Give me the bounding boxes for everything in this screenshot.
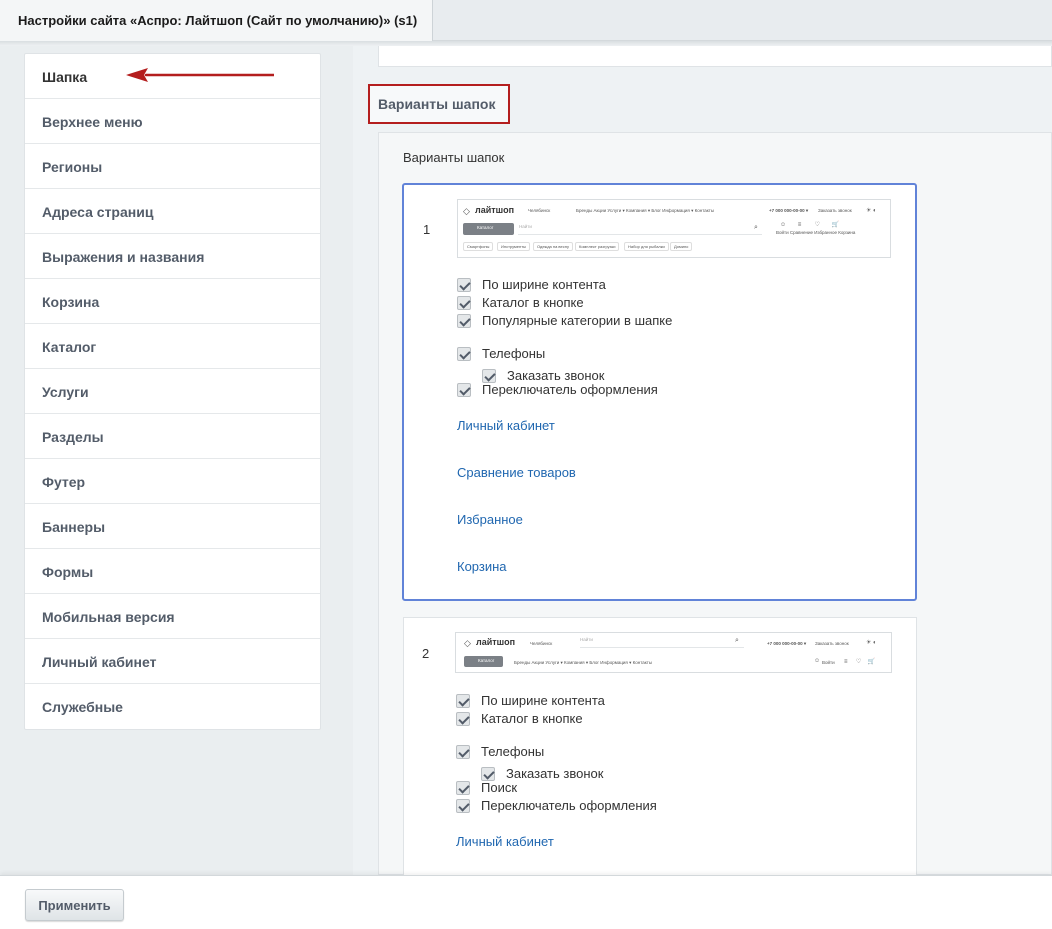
sidebar-item-page-addresses[interactable]: Адреса страниц [25, 189, 320, 234]
variants-label: Варианты шапок [403, 150, 505, 165]
checkbox-callback[interactable] [482, 369, 496, 383]
option-label: Каталог в кнопке [482, 295, 584, 310]
preview-chip: Комплект разгрузки [575, 242, 620, 251]
option-label: Поиск [481, 780, 518, 795]
checkbox-search[interactable] [456, 781, 470, 795]
settings-sidebar: Шапка Верхнее меню Регионы Адреса страни… [24, 53, 321, 730]
checkbox-popular-categories[interactable] [457, 314, 471, 328]
preview-phone: +7 000 000-00-00 ▾ [767, 641, 807, 646]
option-label: Каталог в кнопке [481, 711, 583, 726]
sidebar-item-services[interactable]: Услуги [25, 369, 320, 414]
logo-icon: ◇ [463, 206, 470, 216]
checkbox-callback[interactable] [481, 767, 495, 781]
link-personal-account[interactable]: Личный кабинет [457, 418, 555, 433]
preview-city: Челябинск [528, 208, 551, 213]
sidebar-item-account[interactable]: Личный кабинет [25, 639, 320, 684]
sidebar-item-mobile[interactable]: Мобильная версия [25, 594, 320, 639]
search-icon: ⌕ [754, 224, 758, 231]
checkbox-theme-switcher[interactable] [457, 383, 471, 397]
theme-toggle-icon: ☀ ◐ [866, 640, 877, 646]
checkbox-theme-switcher[interactable] [456, 799, 470, 813]
sidebar-item-footer[interactable]: Футер [25, 459, 320, 504]
tab-strip: Настройки сайта «Аспро: Лайтшоп (Сайт по… [0, 0, 1052, 41]
option-label: По ширине контента [481, 693, 605, 708]
section-title: Варианты шапок [368, 84, 510, 124]
option-label: Популярные категории в шапке [482, 313, 673, 328]
checkbox-phones[interactable] [456, 745, 470, 759]
sidebar-item-phrases[interactable]: Выражения и названия [25, 234, 320, 279]
red-arrow-annotation [126, 68, 274, 82]
preview-city: Челябинск [530, 641, 553, 646]
preview-chip: Набор для рыбалки [624, 242, 669, 251]
checkbox-content-width[interactable] [457, 278, 471, 292]
option-label: По ширине контента [482, 277, 606, 292]
sidebar-item-banners[interactable]: Баннеры [25, 504, 320, 549]
sidebar-item-regions[interactable]: Регионы [25, 144, 320, 189]
link-favorites[interactable]: Избранное [457, 512, 523, 527]
preview-catalog-label: Каталог [478, 658, 495, 663]
preview-chip: Инструменты [497, 242, 530, 251]
preview-chip: Одежда на весну [533, 242, 573, 251]
theme-toggle-icon: ☀ ◐ [866, 208, 877, 214]
checkbox-catalog-button[interactable] [457, 296, 471, 310]
option-label: Заказать звонок [507, 368, 605, 383]
sidebar-item-catalog[interactable]: Каталог [25, 324, 320, 369]
preview-catalog-label: Каталог [477, 225, 494, 230]
apply-button[interactable]: Применить [25, 889, 124, 921]
preview-catalog-button: Каталог [464, 656, 503, 667]
preview-nav: Бренды Акции Услуги ▾ Компания ▾ Блог Ин… [514, 660, 653, 665]
option-label: Переключатель оформления [482, 382, 658, 397]
tab-site-settings[interactable]: Настройки сайта «Аспро: Лайтшоп (Сайт по… [0, 0, 433, 41]
preview-logo: лайтшоп [476, 637, 516, 647]
top-panel-edge [378, 46, 1052, 67]
checkbox-content-width[interactable] [456, 694, 470, 708]
sidebar-item-sections[interactable]: Разделы [25, 414, 320, 459]
sidebar-item-service[interactable]: Служебные [25, 684, 320, 729]
preview-icons-row: ≡ ♡ 🛒 [844, 659, 876, 665]
preview-chip: Смартфоны [463, 242, 494, 251]
preview-login: Войти [822, 660, 835, 665]
header-preview-1[interactable]: ◇ лайтшоп Челябинск Бренды Акции Услуги … [457, 199, 891, 258]
preview-search: Найти [518, 224, 762, 235]
variant-number: 2 [422, 646, 430, 661]
preview-catalog-button: Каталог [463, 223, 514, 235]
variant-number: 1 [423, 222, 431, 237]
preview-phone: +7 000 000-00-00 ▾ [769, 208, 809, 213]
preview-nav: Бренды Акции Услуги ▾ Компания ▾ Блог Ин… [576, 208, 715, 213]
header-preview-2[interactable]: ◇ лайтшоп Челябинск Найти ⌕ +7 000 000-0… [455, 632, 892, 673]
preview-search-placeholder: Найти [580, 637, 593, 642]
sidebar-item-top-menu[interactable]: Верхнее меню [25, 99, 320, 144]
option-label: Переключатель оформления [481, 798, 657, 813]
link-personal-account[interactable]: Личный кабинет [456, 834, 554, 849]
option-label: Телефоны [482, 346, 546, 361]
preview-logo: лайтшоп [475, 205, 515, 215]
search-icon: ⌕ [735, 637, 739, 644]
logo-icon: ◇ [464, 638, 471, 648]
sidebar-item-cart[interactable]: Корзина [25, 279, 320, 324]
preview-callback: Заказать звонок [818, 208, 852, 213]
preview-chip: Домино [670, 242, 693, 251]
option-label: Телефоны [481, 744, 545, 759]
link-cart[interactable]: Корзина [457, 559, 507, 574]
footer-bar [0, 875, 1052, 929]
preview-icons-row: ☺ ≡ ♡ 🛒 [780, 222, 840, 228]
link-compare[interactable]: Сравнение товаров [457, 465, 576, 480]
checkbox-phones[interactable] [457, 347, 471, 361]
sidebar-item-forms[interactable]: Формы [25, 549, 320, 594]
option-label: Заказать звонок [506, 766, 604, 781]
user-icon: ☺ [814, 658, 821, 664]
preview-user-icons: Войти Сравнение Избранное Корзина [776, 230, 856, 235]
preview-search-placeholder: Найти [519, 224, 532, 229]
preview-callback: Заказать звонок [815, 641, 849, 646]
preview-search: Найти [580, 637, 744, 648]
checkbox-catalog-button[interactable] [456, 712, 470, 726]
